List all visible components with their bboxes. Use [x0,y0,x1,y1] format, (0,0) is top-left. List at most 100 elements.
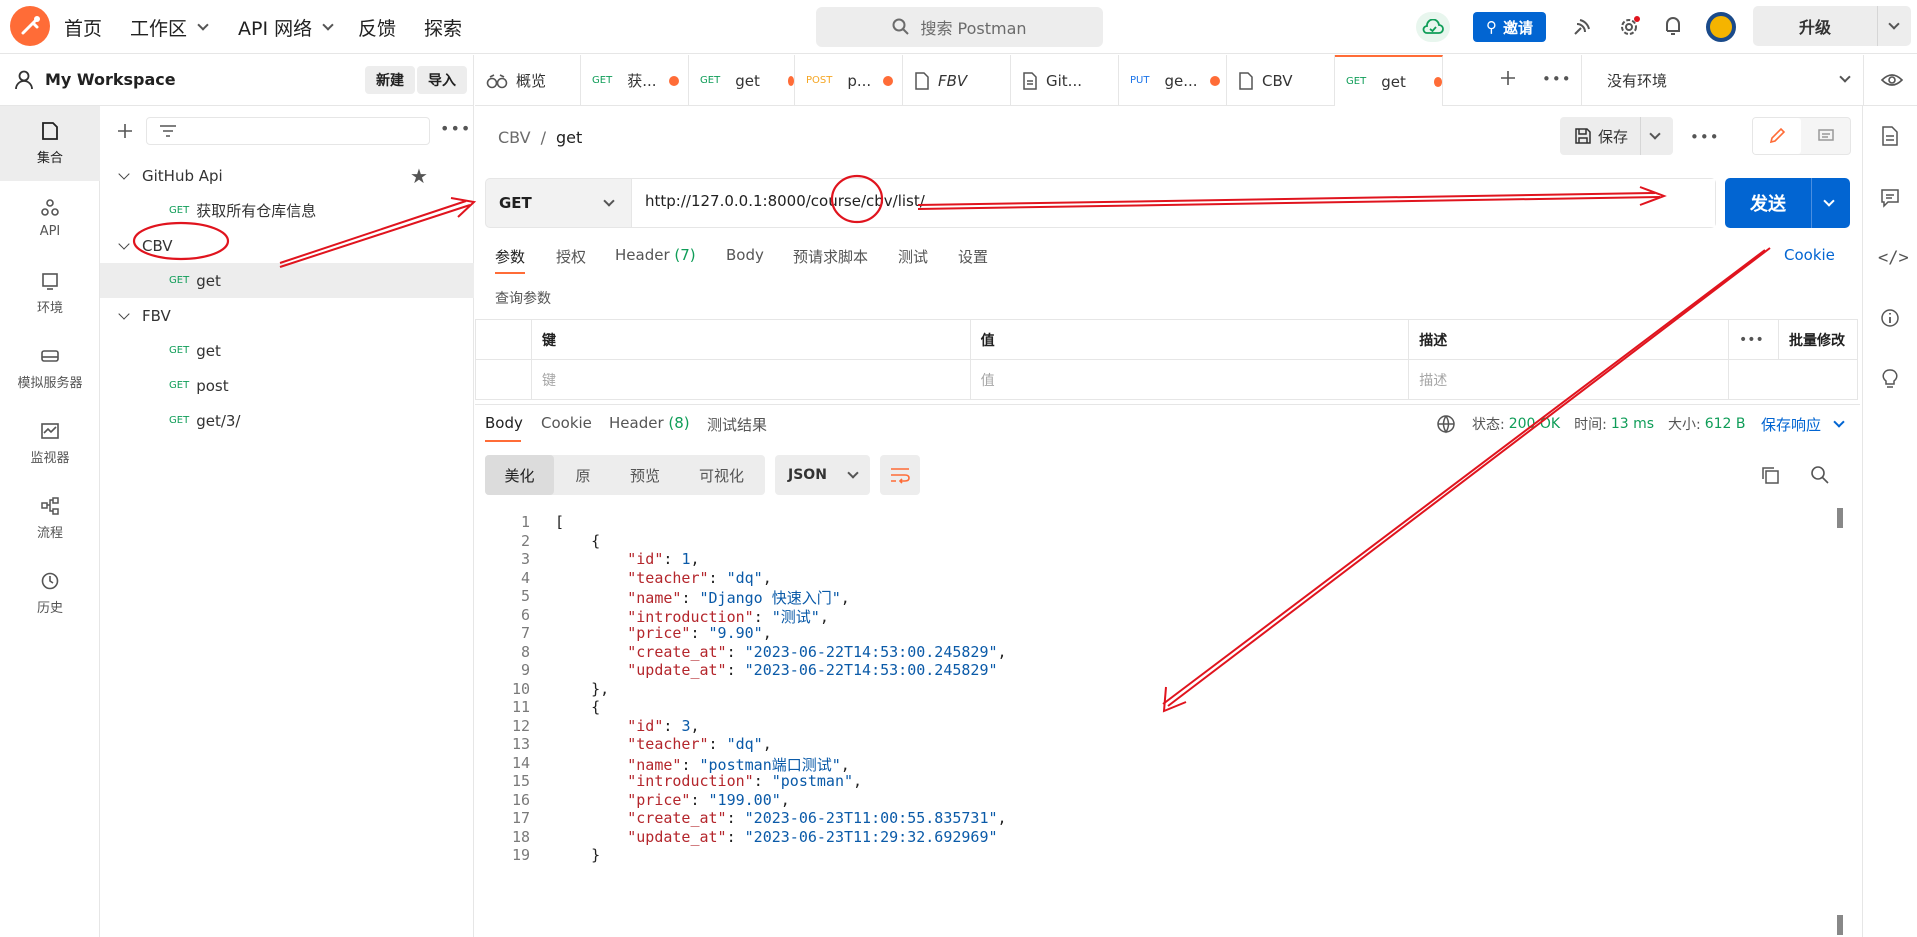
globe-icon[interactable] [1436,414,1456,434]
rail-environments[interactable]: 环境 [0,256,100,331]
tab-put[interactable]: PUT ge... [1119,55,1227,106]
comments-icon[interactable] [1880,188,1900,208]
tab-auth[interactable]: 授权 [556,246,586,267]
description-input[interactable]: 描述 [1408,359,1730,400]
tab-github[interactable]: Git... [1011,55,1119,106]
rail-monitors[interactable]: 监视器 [0,406,100,481]
more-options-icon[interactable]: ••• [440,119,471,138]
response-body-editor[interactable]: 1[2 {3 "id": 1, 4 "teacher": "dq", 5 "name… [475,505,1845,937]
tab-overview[interactable]: 概览 [475,55,581,106]
collection-fbv[interactable]: FBV [100,298,474,333]
settings-gear-icon[interactable] [1617,15,1641,43]
tab-prescript[interactable]: 预请求脚本 [793,246,868,267]
nav-explore[interactable]: 探索 [424,14,462,41]
chevron-down-icon[interactable] [1839,71,1851,83]
key-input[interactable]: 键 [530,359,971,400]
tab-github-list[interactable]: GET 获... [581,55,689,106]
more-options-icon[interactable]: ••• [1690,128,1720,146]
invite-button[interactable]: ⚲ 邀请 [1473,12,1546,42]
more-options-icon[interactable]: ••• [1728,319,1779,360]
info-icon[interactable] [1880,308,1900,328]
tab-body[interactable]: Body [726,246,764,264]
view-pretty[interactable]: 美化 [485,455,554,495]
more-tabs-icon[interactable]: ••• [1542,70,1572,88]
response-tab-headers[interactable]: Header (8) [609,414,690,432]
code-icon[interactable]: </> [1878,248,1909,268]
status-value[interactable]: 200 OK [1509,416,1560,432]
value-input[interactable]: 值 [969,359,1410,400]
import-button[interactable]: 导入 [417,66,467,94]
tab-settings[interactable]: 设置 [958,246,988,267]
tab-post[interactable]: POST p... [795,55,903,106]
star-icon[interactable]: ★ [410,164,428,188]
add-tab-icon[interactable] [1499,69,1517,91]
documentation-icon[interactable] [1881,126,1899,146]
tab-headers[interactable]: Header (7) [615,246,696,264]
response-tab-body[interactable]: Body [485,414,523,432]
environment-select[interactable]: 没有环境 [1607,70,1667,91]
nav-home[interactable]: 首页 [64,14,102,41]
scrollbar-thumb-top[interactable] [1837,508,1843,528]
rail-flows[interactable]: 流程 [0,481,100,556]
breadcrumb-parent[interactable]: CBV [498,128,531,147]
scrollbar-thumb-bottom[interactable] [1837,915,1843,935]
save-button[interactable]: 保存 [1560,117,1673,155]
request-cbv-get[interactable]: GET get [100,263,474,298]
add-icon[interactable] [116,122,134,144]
rail-mock-servers[interactable]: 模拟服务器 [0,331,100,406]
nav-api-network[interactable]: API 网络 [238,14,334,41]
eye-icon[interactable] [1880,71,1904,93]
wrap-lines-icon[interactable] [880,455,920,495]
upgrade-button[interactable]: 升级 [1753,6,1911,46]
view-preview[interactable]: 预览 [612,455,678,495]
view-visualize[interactable]: 可视化 [678,455,765,495]
view-mode-toggle[interactable] [1752,117,1851,155]
nav-feedback[interactable]: 反馈 [358,14,396,41]
request-fbv-get3[interactable]: GET get/3/ [100,403,474,438]
postman-logo-icon[interactable] [10,6,50,46]
collection-cbv[interactable]: CBV [100,228,474,263]
new-button[interactable]: 新建 [365,66,415,94]
search-icon[interactable] [1810,465,1830,485]
rail-collections[interactable]: 集合 [0,106,100,181]
size-value[interactable]: 612 B [1705,416,1746,432]
bell-icon[interactable] [1663,15,1683,41]
request-fbv-post[interactable]: GET post [100,368,474,403]
request-github-list[interactable]: GET 获取所有仓库信息 [100,193,474,228]
response-tab-cookie[interactable]: Cookie [541,414,592,432]
edit-pencil-icon[interactable] [1753,118,1801,154]
rail-history[interactable]: 历史 [0,556,100,631]
chevron-down-icon[interactable] [1649,127,1661,140]
rail-api[interactable]: API [0,181,100,256]
collection-github[interactable]: GitHub Api ★ [100,158,474,193]
cookie-link[interactable]: Cookie [1784,246,1835,264]
nav-workspace[interactable]: 工作区 [130,14,209,41]
copy-icon[interactable] [1760,465,1780,485]
search-box[interactable]: 搜索 Postman [816,7,1103,47]
save-response-button[interactable]: 保存响应 [1761,414,1845,435]
comment-icon[interactable] [1801,128,1850,144]
breadcrumb-current[interactable]: get [556,128,582,147]
tab-get[interactable]: GET get [689,55,795,106]
view-raw[interactable]: 原 [554,455,612,495]
satellite-icon[interactable] [1571,16,1593,42]
bulk-edit-button[interactable]: 批量修改 [1778,319,1858,360]
tab-tests[interactable]: 测试 [898,246,928,267]
chevron-down-icon[interactable] [1823,194,1835,207]
response-tab-tests[interactable]: 测试结果 [707,414,767,435]
request-fbv-get[interactable]: GET get [100,333,474,368]
filter-input[interactable] [146,117,430,145]
cloud-sync-icon[interactable] [1416,12,1450,42]
send-button[interactable]: 发送 [1725,178,1850,228]
tab-params[interactable]: 参数 [495,246,525,267]
chevron-down-icon[interactable] [1888,17,1900,30]
format-select[interactable]: JSON [775,455,870,495]
time-value[interactable]: 13 ms [1611,416,1654,432]
workspace-name[interactable]: My Workspace [45,70,176,89]
avatar[interactable] [1706,12,1736,42]
method-select[interactable]: GET [486,179,632,227]
tab-cbv-get[interactable]: GET get [1335,55,1443,106]
url-input[interactable]: http://127.0.0.1:8000/course/cbv/list/ [632,179,1715,227]
lightbulb-icon[interactable] [1881,368,1899,390]
tab-fbv[interactable]: FBV [903,55,1011,106]
